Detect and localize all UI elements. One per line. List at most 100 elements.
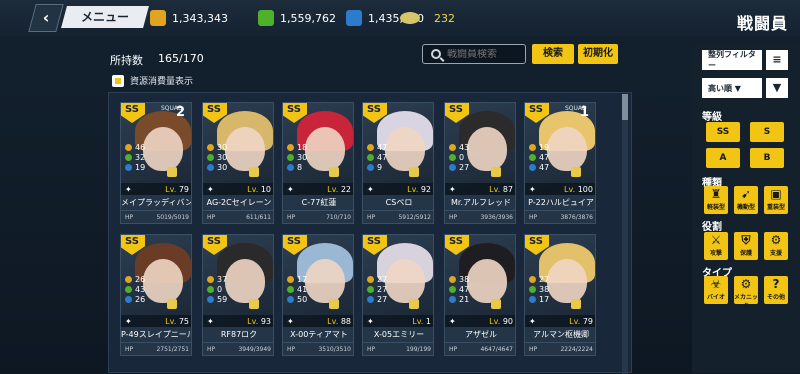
- resource-cost-toggle[interactable]: 資源消費量表示: [112, 74, 193, 87]
- ammo-icon: [207, 286, 214, 293]
- coin-icon: [400, 12, 420, 24]
- ammo-icon: [367, 154, 374, 161]
- role-support-button[interactable]: ⚙ 支援: [764, 232, 788, 260]
- light-type-icon: ♜: [710, 187, 722, 201]
- character-card[interactable]: SS 38 47 21 ✦ Lv. 90 アザゼル HP 4647/4647: [444, 234, 516, 356]
- class-icon: ✦: [529, 184, 536, 194]
- character-name: Mr.アルフレッド: [451, 198, 511, 207]
- reset-button[interactable]: 初期化: [578, 44, 618, 64]
- back-button[interactable]: ‹: [28, 4, 64, 32]
- ammo-icon: [125, 154, 132, 161]
- character-card[interactable]: SSSQUAD2463219✦Lv. 79メイプラッディバンサーHP5019/5…: [120, 102, 192, 224]
- portrait-face: [385, 127, 425, 171]
- scrollbar-thumb[interactable]: [622, 94, 628, 120]
- menu-button[interactable]: メニュー: [61, 6, 149, 28]
- stat-fuel: 47: [367, 143, 387, 152]
- grade-s-button[interactable]: S: [750, 122, 784, 142]
- type-other-button[interactable]: ? その他: [764, 276, 788, 304]
- lock-icon: [329, 299, 339, 309]
- fuel-icon: [287, 144, 294, 151]
- squad-number: 1: [579, 105, 589, 120]
- checkbox-icon: [112, 74, 124, 87]
- stat-parts: 21: [449, 295, 469, 304]
- scrollbar[interactable]: [622, 94, 628, 374]
- portrait-face: [143, 127, 183, 171]
- class-mobile-button[interactable]: ➹ 機動型: [734, 186, 758, 214]
- stat-ammo: 47: [529, 153, 549, 162]
- top-bar: ‹ メニュー 1,343,343 1,559,762 1,435,020 232…: [0, 0, 800, 36]
- grade-ss-button[interactable]: SS: [706, 122, 740, 142]
- stat-ammo: 32: [125, 153, 145, 162]
- search-box[interactable]: [422, 44, 526, 64]
- stat-ammo: 47: [367, 153, 387, 162]
- hp-row: HP 3936/3936: [445, 210, 515, 223]
- character-card[interactable]: SS 27 27 27 ✦ Lv. 1 X-05エミリー HP 199/199: [362, 234, 434, 356]
- character-card[interactable]: SS 27 38 17 ✦ Lv. 79 アルマン枢機卿 HP 2224/2224: [524, 234, 596, 356]
- stat-ammo: 0: [207, 285, 222, 294]
- ammo-icon: [367, 286, 374, 293]
- shield-icon: ⛨: [741, 233, 751, 247]
- resource-ammo: 1,559,762: [258, 9, 336, 27]
- ammo-icon: [207, 154, 214, 161]
- class-heavy-button[interactable]: ▣ 重装型: [764, 186, 788, 214]
- grade-a-button[interactable]: A: [706, 148, 740, 168]
- hp-row: HP 2224/2224: [525, 342, 595, 355]
- hp-row: HP 611/611: [203, 210, 273, 223]
- portrait-face: [467, 127, 507, 171]
- ammo-icon: [258, 10, 274, 26]
- stat-ammo: 41: [287, 285, 307, 294]
- character-card[interactable]: SS 37 0 59 ✦ Lv. 93 RF87ロク HP 3949/3949: [202, 234, 274, 356]
- hp-row: HP 5019/5019: [121, 210, 191, 223]
- sort-filter-select[interactable]: 整列フィルター: [702, 50, 762, 70]
- character-card[interactable]: SS 43 0 27 ✦ Lv. 87 Mr.アルフレッド HP 3936/3936: [444, 102, 516, 224]
- lock-icon: [491, 299, 501, 309]
- character-card[interactable]: SS 26 43 26 ✦ Lv. 75 P-49スレイプニール HP 2751/2751: [120, 234, 192, 356]
- character-card[interactable]: SS 47 47 9 ✦ Lv. 92 CSペロ HP 5912/5912: [362, 102, 434, 224]
- portrait-face: [467, 259, 507, 303]
- type-bio-button[interactable]: ☣ バイオ: [704, 276, 728, 304]
- lock-icon: [491, 167, 501, 177]
- class-icon: ✦: [449, 184, 456, 194]
- search-input[interactable]: [447, 48, 517, 60]
- parts-icon: [367, 296, 374, 303]
- character-card[interactable]: SS 17 41 50 ✦ Lv. 88 X-00ティアマト HP 3510/3510: [282, 234, 354, 356]
- game-screen: ‹ メニュー 1,343,343 1,559,762 1,435,020 232…: [0, 0, 800, 374]
- type-mechanic-button[interactable]: ⚙ メカニック: [734, 276, 758, 310]
- other-icon: ?: [772, 277, 780, 291]
- lock-icon: [409, 299, 419, 309]
- search-icon: [431, 49, 441, 59]
- lock-icon: [329, 167, 339, 177]
- stat-ammo: 0: [449, 153, 464, 162]
- fuel-icon: [207, 144, 214, 151]
- portrait-face: [305, 127, 345, 171]
- sort-order-select[interactable]: 高い順 ▼: [702, 78, 762, 98]
- role-defense-button[interactable]: ⛨ 保護: [734, 232, 758, 260]
- hp-row: HP 710/710: [283, 210, 353, 223]
- filter-settings-icon[interactable]: ≡: [766, 50, 788, 70]
- grade-b-button[interactable]: B: [750, 148, 784, 168]
- stat-ammo: 47: [449, 285, 469, 294]
- class-light-button[interactable]: ♜ 軽装型: [704, 186, 728, 214]
- count-label: 所持数: [110, 54, 143, 67]
- stat-parts: 50: [287, 295, 307, 304]
- hp-row: HP 3949/3949: [203, 342, 273, 355]
- role-attack-button[interactable]: ⚔ 攻撃: [704, 232, 728, 260]
- parts-icon: [449, 296, 456, 303]
- fuel-icon: [529, 276, 536, 283]
- count-value: 165/170: [158, 52, 204, 65]
- class-icon: ✦: [125, 184, 132, 194]
- search-button[interactable]: 検索: [532, 44, 574, 64]
- fuel-icon: [287, 276, 294, 283]
- character-card[interactable]: SS 18 30 8 ✦ Lv. 22 C-77紅蓮 HP 710/710: [282, 102, 354, 224]
- sort-toggle-icon[interactable]: ▼: [766, 78, 788, 98]
- character-card[interactable]: SS 30 30 30 ✦ Lv. 10 AG-2Cセイレーン HP 611/611: [202, 102, 274, 224]
- stat-parts: 19: [125, 163, 145, 172]
- stat-fuel: 43: [449, 143, 469, 152]
- hp-row: HP 2751/2751: [121, 342, 191, 355]
- ammo-icon: [449, 286, 456, 293]
- level-row: ✦ Lv. 87: [445, 183, 515, 195]
- character-card[interactable]: SS SQUAD 1 19 47 47 ✦ Lv. 100 P-22ハルピュイア HP 3876/3…: [524, 102, 596, 224]
- lock-icon: [249, 299, 259, 309]
- stat-fuel: 37: [207, 275, 227, 284]
- level-row: ✦ Lv. 90: [445, 315, 515, 327]
